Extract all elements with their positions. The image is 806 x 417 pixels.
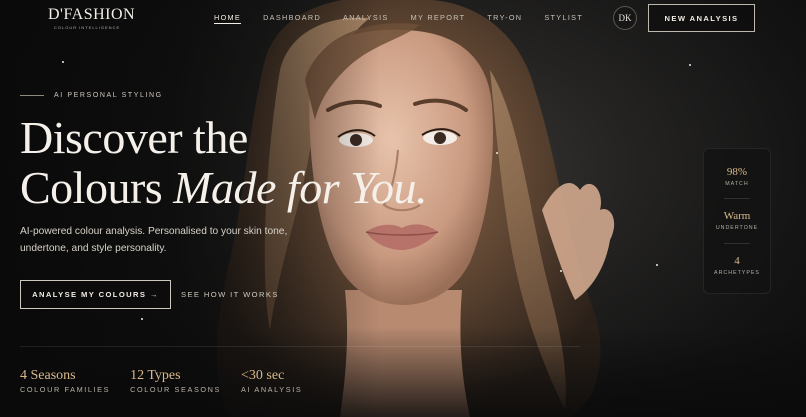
stats-divider — [20, 346, 580, 347]
metric-divider — [724, 242, 750, 244]
metric-value: Warm — [723, 210, 751, 223]
headline-line-2-italic: Made for You. — [173, 162, 427, 213]
stat-value: 4 Seasons — [20, 368, 76, 383]
analysis-metrics-card: 98% MATCH Warm UNDERTONE 4 ARCHETYPES — [703, 148, 771, 294]
stat-colour-families: 4 Seasons COLOUR FAMILIES — [20, 368, 110, 394]
nav-item-home[interactable]: HOME — [214, 13, 242, 24]
metric-value: 4 — [734, 254, 740, 267]
stat-label: AI ANALYSIS — [241, 385, 303, 394]
main-nav: HOME DASHBOARD ANALYSIS MY REPORT TRY-ON… — [214, 13, 605, 24]
stats-row: 4 Seasons COLOUR FAMILIES 12 Types COLOU… — [20, 368, 322, 394]
hero-description: AI-powered colour analysis. Personalised… — [20, 226, 288, 254]
metric-archetypes: 4 ARCHETYPES — [704, 255, 770, 276]
headline-line-1: Discover the — [20, 112, 248, 163]
metric-value: 98% — [726, 166, 748, 179]
metric-divider — [724, 198, 750, 200]
brand-name: D'FASHION — [48, 6, 136, 23]
metric-label: UNDERTONE — [715, 225, 759, 232]
stat-label: COLOUR SEASONS — [130, 385, 222, 394]
headline-line-2-plain: Colours — [20, 162, 174, 213]
stat-value: 12 Types — [130, 368, 181, 383]
analyse-my-colours-button[interactable]: ANALYSE MY COLOURS → — [20, 280, 171, 309]
eyebrow-divider — [20, 95, 44, 96]
metric-label: MATCH — [725, 181, 749, 188]
metric-label: ARCHETYPES — [714, 269, 760, 276]
nav-item-my-report[interactable]: MY REPORT — [411, 13, 466, 24]
hero-eyebrow: AI PERSONAL STYLING — [20, 92, 163, 99]
brand-logo[interactable]: D'FASHION COLOUR INTELLIGENCE — [48, 6, 138, 30]
stat-colour-seasons: 12 Types COLOUR SEASONS — [130, 368, 221, 394]
user-avatar[interactable]: DK — [613, 6, 637, 30]
see-how-it-works-link[interactable]: SEE HOW IT WORKS — [181, 290, 279, 299]
stat-ai-analysis: <30 sec AI ANALYSIS — [241, 368, 302, 394]
nav-item-stylist[interactable]: STYLIST — [544, 13, 583, 24]
metric-match: 98% MATCH — [704, 166, 770, 187]
stat-label: COLOUR FAMILIES — [20, 385, 111, 394]
brand-tagline: COLOUR INTELLIGENCE — [54, 25, 121, 30]
hero-headline: Discover the Colours Made for You. — [20, 113, 427, 213]
nav-item-dashboard[interactable]: DASHBOARD — [263, 13, 321, 24]
nav-item-analysis[interactable]: ANALYSIS — [343, 13, 389, 24]
new-analysis-button[interactable]: NEW ANALYSIS — [648, 4, 755, 32]
nav-item-try-on[interactable]: TRY-ON — [487, 13, 522, 24]
eyebrow-text: AI PERSONAL STYLING — [54, 92, 163, 99]
stat-value: <30 sec — [241, 368, 285, 383]
metric-undertone: Warm UNDERTONE — [704, 210, 770, 231]
